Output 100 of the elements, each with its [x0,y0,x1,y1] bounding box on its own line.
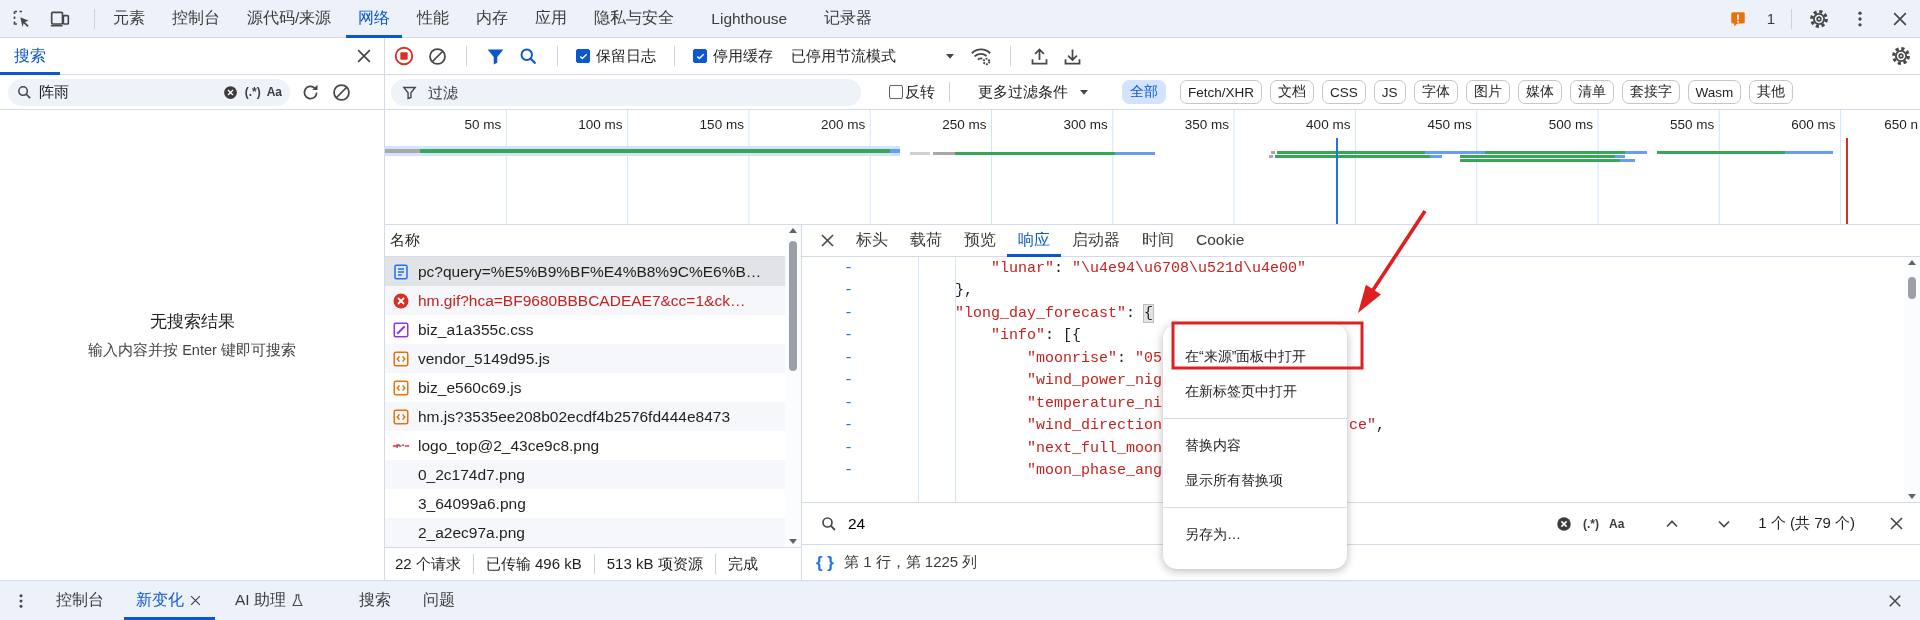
type-filter-chip[interactable]: JS [1373,80,1406,104]
type-filter-chip[interactable]: 全部 [1122,80,1166,104]
pretty-print-button[interactable]: { } [816,552,834,573]
diff-marker: - [843,282,854,300]
panel-tab[interactable]: Lighthouse [689,0,810,38]
drawer-tab[interactable]: 搜索 [346,581,403,620]
panel-tab[interactable]: 记录器 [812,0,885,38]
clear-icon[interactable] [1554,514,1573,533]
filter-field[interactable]: 过滤 [391,78,861,106]
detail-tab[interactable]: 时间 [1131,224,1185,257]
settings-icon[interactable] [1808,7,1830,30]
code-line: "moon_phase_ang [1027,462,1163,480]
scrollbar-thumb[interactable] [789,241,797,371]
menu-item[interactable]: 在“来源”面板中打开 [1163,339,1347,374]
case-toggle[interactable]: Aa [266,85,282,99]
menu-item[interactable]: 在新标签页中打开 [1163,374,1347,409]
type-filter-chip[interactable]: Fetch/XHR [1180,80,1263,104]
menu-item[interactable]: 替换内容 [1163,428,1347,463]
more-filters-dropdown[interactable]: 更多过滤条件 [978,82,1068,102]
diff-marker: - [843,304,854,322]
request-row[interactable]: pc?query=%E5%B9%BF%E4%B8%9C%E6%B… [385,257,785,286]
find-field[interactable]: 24 [848,514,1048,533]
type-filter-chip[interactable]: 清单 [1569,80,1614,104]
clear-icon[interactable] [427,45,448,67]
detail-tab[interactable]: 载荷 [899,224,953,257]
clear-icon[interactable] [331,81,352,103]
upload-icon[interactable] [1029,45,1050,67]
request-row[interactable]: biz_a1a355c.css [385,315,785,344]
diff-marker: - [843,259,854,277]
request-row[interactable]: hm.js?3535ee208b02ecdf4b2576fd444e8473 [385,402,785,431]
checkbox-label: 停用缓存 [713,46,773,66]
code-line: "long_day_forecast": { [955,304,1154,322]
scrollbar[interactable] [785,225,801,547]
search-icon [820,514,838,533]
checkbox[interactable] [693,49,707,63]
type-filter-chip[interactable]: 字体 [1413,80,1458,104]
menu-item[interactable]: 另存为… [1163,517,1347,552]
stop-recording-icon[interactable] [393,45,415,67]
panel-tab[interactable]: 应用 [523,0,580,38]
detail-tab[interactable]: Cookie [1185,224,1256,257]
inspect-icon[interactable] [12,8,32,29]
request-name: hm.js?3535ee208b02ecdf4b2576fd444e8473 [418,407,730,426]
search-icon [16,83,33,101]
checkbox[interactable] [889,85,903,99]
type-filter-chip[interactable]: 媒体 [1517,80,1562,104]
request-row[interactable]: vendor_5149d95.js [385,344,785,373]
code-line: "lunar": "\u4e94\u6708\u521d\u4e00" [991,259,1307,277]
panel-tab[interactable]: 元素 [101,0,157,38]
request-row[interactable]: logo_top@2_43ce9c8.png [385,431,785,460]
type-filter-chip[interactable]: CSS [1322,80,1366,104]
summary-text: 22 个请求 [395,554,461,574]
clear-icon[interactable] [221,83,239,101]
code-line: "info": [{ [991,327,1082,345]
close-icon[interactable] [1887,514,1906,533]
empty-title: 无搜索结果 [149,311,235,333]
type-filter-chip[interactable]: Wasm [1687,80,1742,104]
detail-tab[interactable]: 预览 [953,224,1007,257]
request-row[interactable]: 0_2c174d7.png [385,460,785,489]
request-row[interactable]: 2_a2ec97a.png [385,518,785,547]
close-icon[interactable] [818,231,837,250]
column-header[interactable]: 名称 [390,231,420,250]
panel-tab[interactable]: 控制台 [160,0,232,38]
issue-icon[interactable] [1728,9,1747,28]
panel-tab[interactable]: 隐私与安全 [582,0,687,38]
drawer-tab[interactable]: 控制台 [44,581,116,620]
tick-label: 450 ms [1427,117,1472,132]
case-toggle[interactable]: Aa [1608,516,1625,531]
settings-icon[interactable] [1890,45,1912,67]
type-filter-chip[interactable]: 图片 [1465,80,1510,104]
detail-tab[interactable]: 启动器 [1061,224,1131,257]
tick-label: 350 ms [1184,117,1230,132]
panel-tab[interactable]: 源代码/来源 [235,0,344,38]
issue-count[interactable]: 1 [1766,10,1775,27]
scrollbar-thumb[interactable] [1908,277,1916,299]
throttling-dropdown[interactable]: 已停用节流模式 [791,46,896,66]
request-row[interactable]: 3_64099a6.png [385,489,785,518]
drawer-tab[interactable]: 问题 [410,581,467,620]
checkbox[interactable] [576,49,590,63]
panel-tab[interactable]: 网络 [346,0,403,38]
menu-item[interactable]: 显示所有替换项 [1163,463,1347,498]
drawer-tab[interactable]: 新变化 [124,581,215,620]
request-name: vendor_5149d95.js [418,349,550,368]
regex-toggle[interactable]: (.*) [1582,516,1599,531]
request-row[interactable]: biz_e560c69.js [385,373,785,402]
drawer-tab[interactable]: AI 助理 [223,581,317,620]
request-row[interactable]: hm.gif?hca=BF9680BBBCADEAE7&cc=1&ck… [385,286,785,315]
close-icon[interactable] [188,593,203,608]
request-name: pc?query=%E5%B9%BF%E4%B8%9C%E6%B… [418,262,762,281]
search-tab[interactable]: 搜索 [0,37,60,75]
search-field[interactable]: 阵雨 (.*) Aa [8,78,290,106]
regex-toggle[interactable]: (.*) [244,85,261,99]
panel-tab[interactable]: 内存 [464,0,521,38]
filter-input[interactable]: 过滤 [428,83,851,101]
scrollbar[interactable] [1904,257,1920,502]
script-icon [392,407,410,426]
panel-tab[interactable]: 性能 [405,0,462,38]
type-filter-chip[interactable]: 文档 [1270,80,1315,104]
type-filter-chip[interactable]: 其他 [1749,80,1794,104]
detail-tab[interactable]: 标头 [845,224,899,257]
type-filter-chip[interactable]: 套接字 [1621,80,1680,104]
